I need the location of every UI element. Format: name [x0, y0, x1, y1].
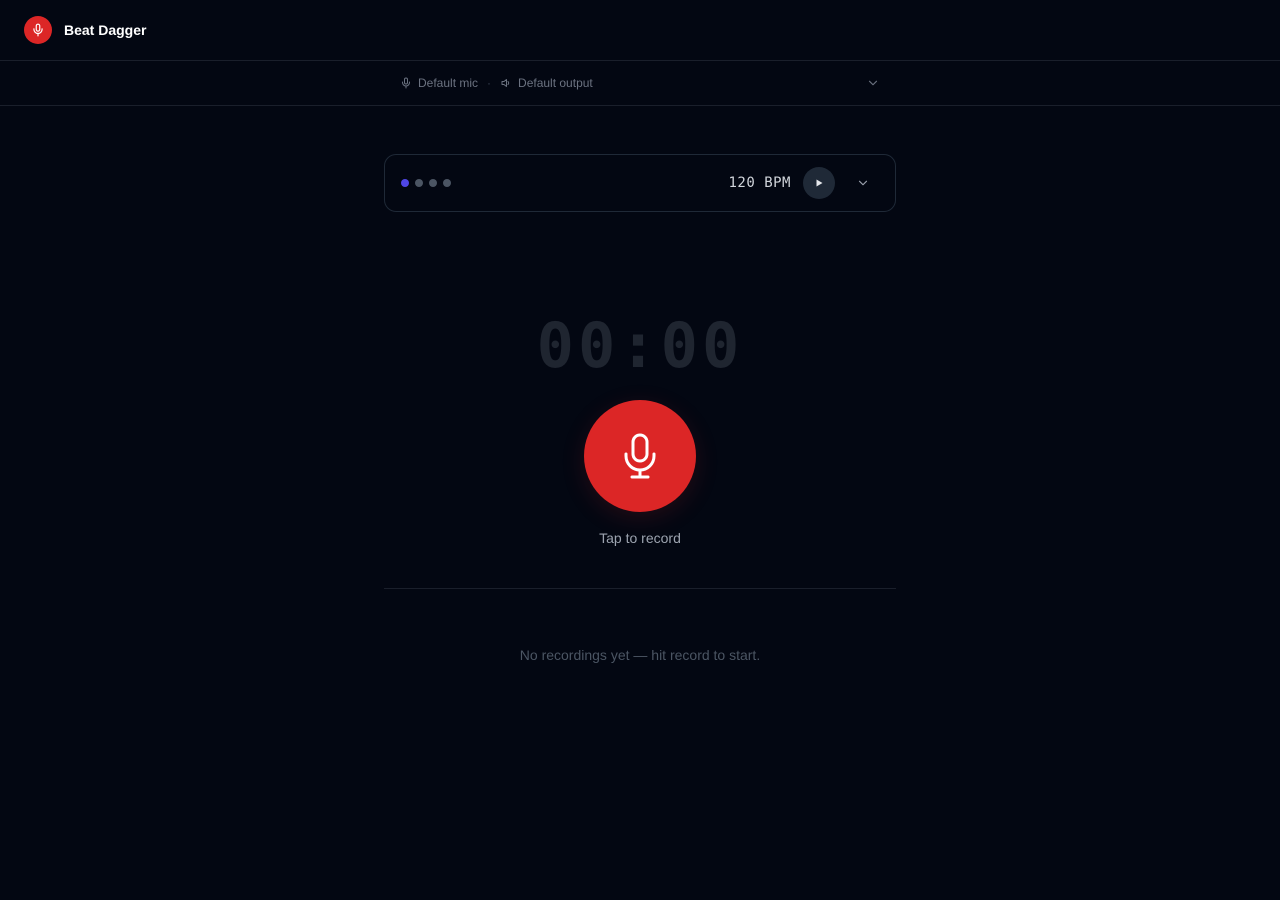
- device-bar: Default mic · Default output: [0, 61, 1280, 106]
- record-hint: Tap to record: [599, 530, 681, 546]
- app-header: Beat Dagger: [0, 0, 1280, 61]
- microphone-icon: [624, 433, 656, 479]
- app-logo: [24, 16, 52, 44]
- beat-dot-3: [429, 179, 437, 187]
- metronome-panel: 120 BPM: [384, 154, 896, 212]
- device-separator: ·: [487, 76, 492, 90]
- beat-dot-1: [401, 179, 409, 187]
- output-device-label: Default output: [518, 76, 593, 90]
- recording-timer: 00:00: [536, 309, 744, 382]
- divider: [384, 588, 896, 589]
- input-device-label: Default mic: [418, 76, 479, 90]
- microphone-icon: [402, 77, 410, 89]
- metronome-expand-button[interactable]: [847, 167, 879, 199]
- recordings-empty-state: No recordings yet — hit record to start.: [519, 647, 761, 663]
- play-icon: [816, 179, 823, 187]
- beat-indicator: [401, 179, 451, 187]
- bpm-display[interactable]: 120 BPM: [728, 175, 791, 191]
- app-title: Beat Dagger: [64, 22, 147, 38]
- device-selector[interactable]: Default mic · Default output: [384, 61, 896, 105]
- chevron-down-icon: [858, 180, 868, 186]
- input-device: Default mic: [400, 76, 478, 90]
- microphone-icon: [33, 23, 43, 37]
- beat-dot-4: [443, 179, 451, 187]
- speaker-icon: [501, 79, 510, 87]
- beat-dot-2: [415, 179, 423, 187]
- chevron-down-icon[interactable]: [866, 76, 880, 90]
- output-device: Default output: [500, 76, 593, 90]
- record-button[interactable]: [584, 400, 696, 512]
- metronome-play-button[interactable]: [803, 167, 835, 199]
